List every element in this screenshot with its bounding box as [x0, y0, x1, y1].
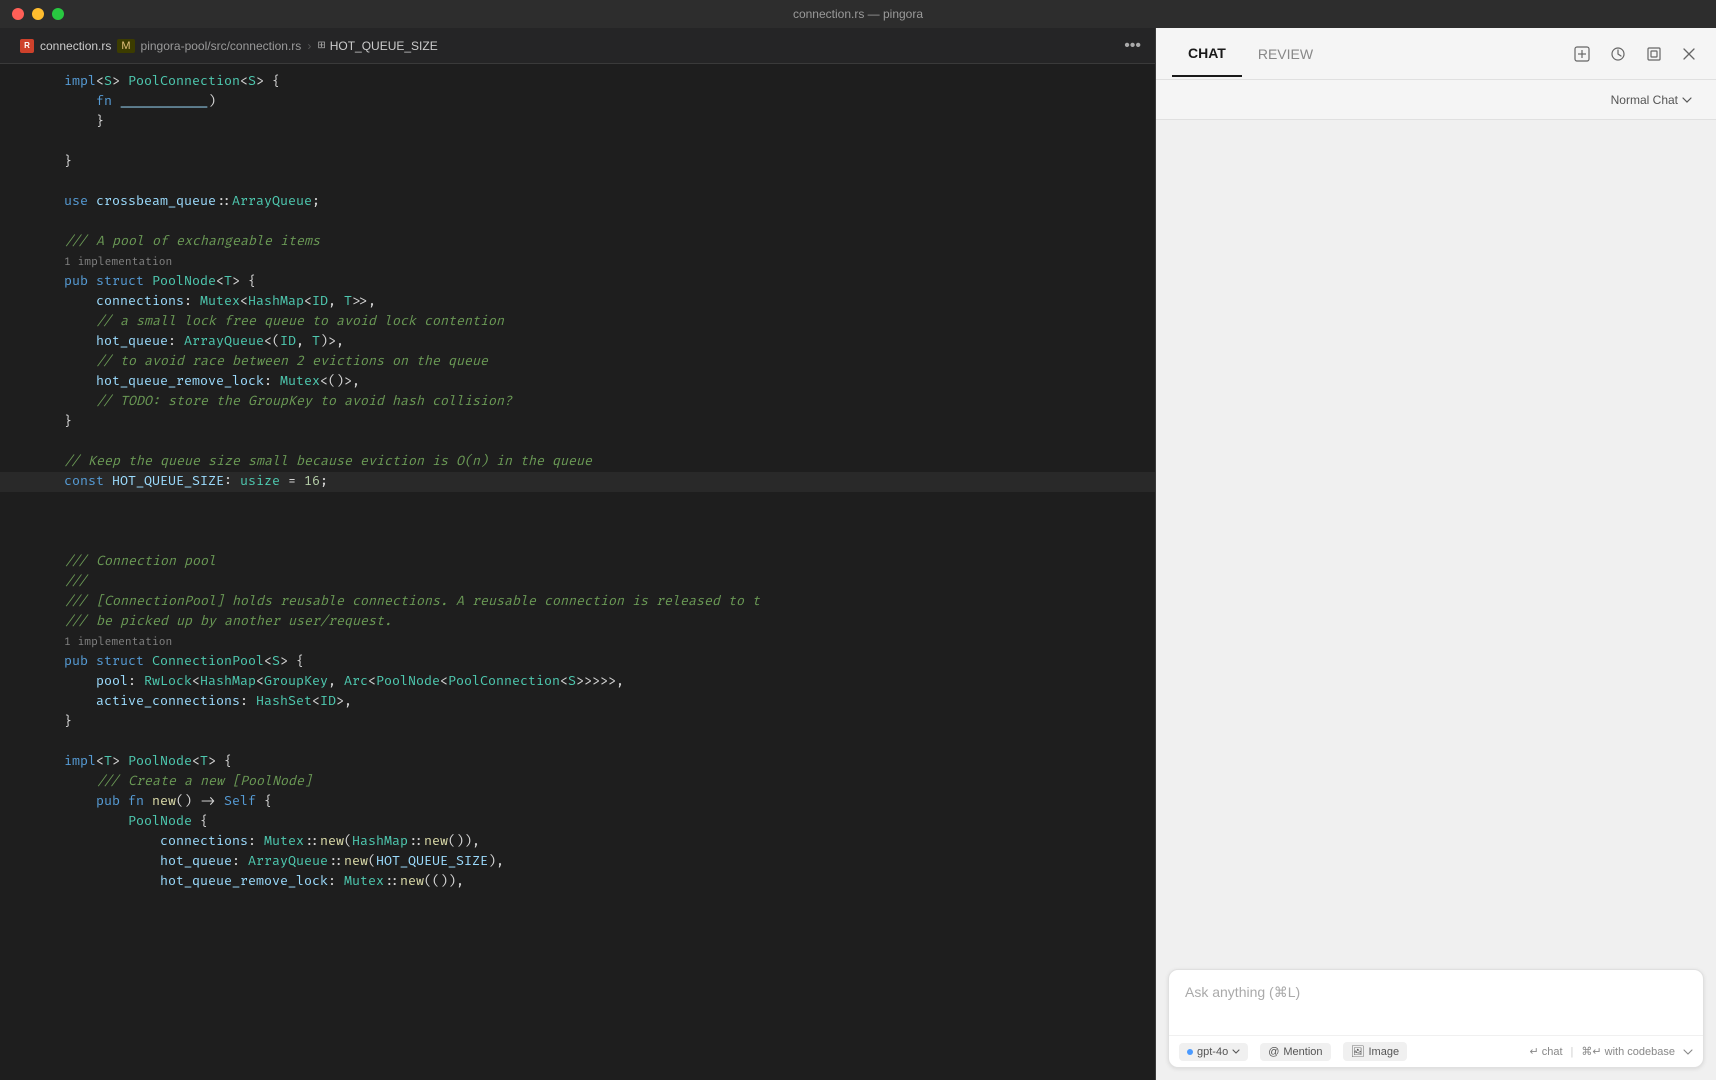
toolbar-right: ↵ chat | ⌘↵ with codebase [1529, 1045, 1693, 1058]
code-line: /// Create a new [PoolNode] [0, 772, 1155, 792]
code-line: /// [0, 572, 1155, 592]
code-line [0, 492, 1155, 512]
code-line: connections: Mutex::new(HashMap::new()), [0, 832, 1155, 852]
code-line: fn ___________) [0, 92, 1155, 112]
hotqueue-label: HOT_QUEUE_SIZE [330, 39, 438, 53]
main-container: R connection.rs M pingora-pool/src/conne… [0, 28, 1716, 1080]
image-button[interactable]: 🖼 Image [1343, 1042, 1408, 1061]
chat-header: CHAT REVIEW [1156, 28, 1716, 80]
code-line: /// Connection pool [0, 552, 1155, 572]
shortcut-separator: | [1571, 1046, 1574, 1058]
code-line [0, 132, 1155, 152]
chat-mode-dropdown[interactable]: Normal Chat [1603, 89, 1700, 111]
code-line: } [0, 112, 1155, 132]
breadcrumb-hotqueue: ⊞ HOT_QUEUE_SIZE [317, 39, 437, 53]
title-bar: connection.rs — pingora [0, 0, 1716, 28]
code-line [0, 732, 1155, 752]
code-line: pub fn new() -> Self { [0, 792, 1155, 812]
editor-pane: R connection.rs M pingora-pool/src/conne… [0, 28, 1155, 1080]
chat-shortcut: ↵ chat [1529, 1045, 1562, 1058]
mention-button[interactable]: @ Mention [1260, 1043, 1330, 1061]
chat-mode-bar: Normal Chat [1156, 80, 1716, 120]
traffic-lights [12, 8, 64, 20]
code-line [0, 212, 1155, 232]
code-line: pub struct PoolNode<T> { [0, 272, 1155, 292]
close-button[interactable] [12, 8, 24, 20]
expand-button[interactable] [1642, 42, 1666, 66]
code-line [0, 532, 1155, 552]
image-icon: 🖼 [1351, 1045, 1365, 1058]
tab-breadcrumb: pingora-pool/src/connection.rs [141, 39, 302, 53]
code-line: } [0, 152, 1155, 172]
code-line: connections: Mutex<HashMap<ID, T>>, [0, 292, 1155, 312]
code-line: impl<T> PoolNode<T> { [0, 752, 1155, 772]
code-line: PoolNode { [0, 812, 1155, 832]
code-line: // TODO: store the GroupKey to avoid has… [0, 392, 1155, 412]
code-line: hot_queue_remove_lock: Mutex::new(()), [0, 872, 1155, 892]
code-line: // a small lock free queue to avoid lock… [0, 312, 1155, 332]
chat-pane: CHAT REVIEW [1156, 28, 1716, 1080]
tab-bar: R connection.rs M pingora-pool/src/conne… [0, 28, 1155, 64]
tab-review[interactable]: REVIEW [1242, 32, 1329, 76]
code-line: /// [ConnectionPool] holds reusable conn… [0, 592, 1155, 612]
chat-input-toolbar: gpt-4o @ Mention 🖼 Image ↵ chat | [1169, 1035, 1703, 1067]
code-line: } [0, 712, 1155, 732]
code-line [0, 172, 1155, 192]
tab-modified-indicator: M [117, 39, 134, 53]
minimize-button[interactable] [32, 8, 44, 20]
chat-header-actions [1570, 42, 1700, 66]
code-line: pub struct ConnectionPool<S> { [0, 652, 1155, 672]
code-line: use crossbeam_queue::ArrayQueue; [0, 192, 1155, 212]
code-line: // Keep the queue size small because evi… [0, 452, 1155, 472]
history-button[interactable] [1606, 42, 1630, 66]
chat-body[interactable] [1156, 120, 1716, 957]
code-line: active_connections: HashSet<ID>, [0, 692, 1155, 712]
chat-input-container: gpt-4o @ Mention 🖼 Image ↵ chat | [1168, 969, 1704, 1068]
code-line [0, 512, 1155, 532]
window-title: connection.rs — pingora [793, 7, 923, 21]
code-line: hot_queue: ArrayQueue<(ID, T)>, [0, 332, 1155, 352]
chat-mode-label: Normal Chat [1611, 93, 1678, 107]
tab-more-button[interactable]: ••• [1118, 35, 1147, 57]
code-line: hot_queue: ArrayQueue::new(HOT_QUEUE_SIZ… [0, 852, 1155, 872]
code-line-hot-queue: const HOT_QUEUE_SIZE: usize = 16; [0, 472, 1155, 492]
mention-label: Mention [1283, 1046, 1322, 1058]
model-dot [1187, 1049, 1193, 1055]
image-label: Image [1368, 1046, 1399, 1058]
close-chat-button[interactable] [1678, 43, 1700, 65]
mention-icon: @ [1268, 1046, 1279, 1058]
code-line: /// be picked up by another user/request… [0, 612, 1155, 632]
rust-file-icon: R [20, 39, 34, 53]
code-line: pool: RwLock<HashMap<GroupKey, Arc<PoolN… [0, 672, 1155, 692]
code-line: // to avoid race between 2 evictions on … [0, 352, 1155, 372]
tab-chat[interactable]: CHAT [1172, 31, 1242, 77]
code-line: } [0, 412, 1155, 432]
code-line: hot_queue_remove_lock: Mutex<()>, [0, 372, 1155, 392]
code-line [0, 432, 1155, 452]
add-chat-button[interactable] [1570, 42, 1594, 66]
chat-input[interactable] [1169, 970, 1703, 1030]
code-line: /// A pool of exchangeable items [0, 232, 1155, 252]
code-line: impl<S> PoolConnection<S> { [0, 72, 1155, 92]
code-line: 1 implementation [0, 252, 1155, 272]
hotqueue-icon: ⊞ [317, 40, 325, 51]
model-selector[interactable]: gpt-4o [1179, 1043, 1248, 1061]
codebase-shortcut: ⌘↵ with codebase [1581, 1045, 1675, 1058]
tab-filename: connection.rs [40, 39, 111, 53]
code-editor[interactable]: impl<S> PoolConnection<S> { fn _________… [0, 64, 1155, 1080]
code-line: 1 implementation [0, 632, 1155, 652]
breadcrumb-separator: › [307, 39, 311, 53]
model-label: gpt-4o [1197, 1046, 1228, 1058]
file-tab[interactable]: R connection.rs M pingora-pool/src/conne… [8, 35, 450, 57]
maximize-button[interactable] [52, 8, 64, 20]
